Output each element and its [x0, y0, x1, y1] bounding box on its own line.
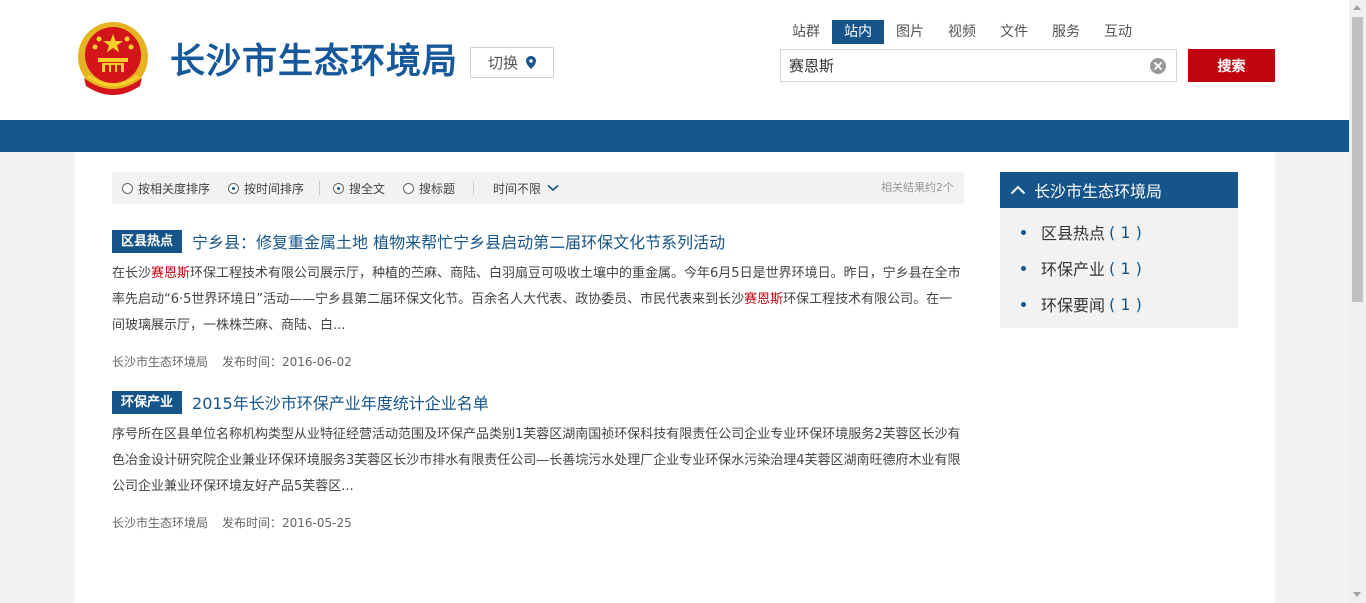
scroll-down-icon[interactable]	[1353, 592, 1361, 597]
tab-videos[interactable]: 视频	[936, 20, 988, 44]
sidebar-header[interactable]: 长沙市生态环境局	[1000, 172, 1238, 208]
chevron-up-icon	[1010, 185, 1026, 195]
radio-icon	[122, 182, 133, 194]
vertical-scrollbar[interactable]	[1349, 0, 1366, 603]
scroll-thumb[interactable]	[1352, 17, 1363, 302]
result-date: 发布时间：2016-06-02	[222, 355, 352, 369]
scroll-up-icon[interactable]	[1353, 5, 1361, 10]
result-meta: 长沙市生态环境局 发布时间：2016-06-02	[112, 353, 964, 370]
result-abstract: 在长沙赛恩斯环保工程技术有限公司展示厅，种植的苎麻、商陆、白羽扇豆可吸收土壤中的…	[112, 266, 961, 333]
result-source: 长沙市生态环境局	[112, 355, 209, 369]
sidebar-item-count: ( 1 )	[1109, 258, 1142, 278]
bullet-icon	[1021, 229, 1026, 235]
radio-checked-icon	[333, 182, 344, 194]
category-tag[interactable]: 区县热点	[112, 229, 183, 253]
sidebar-item-env-industry[interactable]: 环保产业 ( 1 )	[1000, 250, 1238, 286]
national-emblem-icon[interactable]	[74, 20, 152, 102]
keyword-highlight: 赛恩斯	[744, 292, 784, 307]
sidebar-title: 长沙市生态环境局	[1034, 182, 1163, 201]
search-title-option[interactable]: 搜标题	[403, 172, 455, 204]
sort-by-time-option[interactable]: 按时间排序	[228, 172, 304, 204]
result-source: 长沙市生态环境局	[112, 516, 209, 530]
bullet-icon	[1021, 301, 1026, 307]
site-header: 长沙市生态环境局 切换 站群 站内 图片 视频 文件 服务 互动 搜索	[0, 0, 1349, 120]
bullet-icon	[1021, 265, 1026, 271]
category-tag[interactable]: 环保产业	[112, 390, 183, 414]
divider	[473, 181, 474, 195]
sidebar-item-label: 环保要闻	[1041, 296, 1106, 315]
sidebar-item-label: 区县热点	[1041, 224, 1106, 243]
time-range-label: 时间不限	[493, 181, 542, 196]
search-button[interactable]: 搜索	[1188, 49, 1275, 82]
result-date: 发布时间：2016-05-25	[222, 516, 352, 530]
location-pin-icon	[526, 56, 536, 69]
search-fulltext-label: 搜全文	[349, 181, 386, 196]
sidebar-item-district-hotspots[interactable]: 区县热点 ( 1 )	[1000, 214, 1238, 250]
switch-label: 切换	[487, 54, 518, 72]
radio-icon	[403, 182, 414, 194]
divider	[319, 181, 320, 195]
sidebar-item-env-news[interactable]: 环保要闻 ( 1 )	[1000, 286, 1238, 322]
sidebar-item-count: ( 1 )	[1109, 222, 1142, 242]
search-result: 区县热点 宁乡县：修复重金属土地 植物来帮忙宁乡县启动第二届环保文化节系列活动 …	[112, 229, 964, 370]
tab-site-group[interactable]: 站群	[780, 20, 832, 44]
site-title: 长沙市生态环境局	[170, 42, 459, 82]
result-title-link[interactable]: 宁乡县：修复重金属土地 植物来帮忙宁乡县启动第二届环保文化节系列活动	[192, 229, 725, 253]
nav-bar	[0, 120, 1349, 152]
keyword-highlight: 赛恩斯	[151, 266, 191, 281]
radio-checked-icon	[228, 182, 239, 194]
tab-services[interactable]: 服务	[1040, 20, 1092, 44]
sort-by-relevance-option[interactable]: 按相关度排序	[122, 172, 210, 204]
sort-relevance-label: 按相关度排序	[138, 181, 211, 196]
category-sidebar: 长沙市生态环境局 区县热点 ( 1 ) 环保产业 ( 1 ) 环保要闻 ( 1 …	[1000, 172, 1238, 328]
sidebar-item-count: ( 1 )	[1109, 294, 1142, 314]
tab-images[interactable]: 图片	[884, 20, 936, 44]
search-box	[780, 49, 1177, 82]
search-title-label: 搜标题	[419, 181, 456, 196]
tab-this-site[interactable]: 站内	[832, 20, 884, 44]
time-range-dropdown[interactable]: 时间不限	[493, 172, 559, 204]
search-input[interactable]	[781, 50, 1141, 81]
search-fulltext-option[interactable]: 搜全文	[333, 172, 385, 204]
search-scope-tabs: 站群 站内 图片 视频 文件 服务 互动	[780, 20, 1144, 44]
switch-site-button[interactable]: 切换	[470, 47, 554, 78]
tab-interaction[interactable]: 互动	[1092, 20, 1144, 44]
result-count: 相关结果约2个	[881, 181, 954, 194]
tab-files[interactable]: 文件	[988, 20, 1040, 44]
sidebar-item-label: 环保产业	[1041, 260, 1106, 279]
search-result: 环保产业 2015年长沙市环保产业年度统计企业名单 序号所在区县单位名称机构类型…	[112, 390, 964, 531]
clear-search-icon[interactable]	[1150, 58, 1166, 74]
filter-bar: 按相关度排序 按时间排序 搜全文 搜标题 时间不限 相关结果约2个	[112, 172, 964, 204]
sidebar-list: 区县热点 ( 1 ) 环保产业 ( 1 ) 环保要闻 ( 1 )	[1000, 208, 1238, 322]
result-title-link[interactable]: 2015年长沙市环保产业年度统计企业名单	[192, 390, 489, 414]
chevron-down-icon	[547, 184, 559, 192]
result-abstract: 序号所在区县单位名称机构类型从业特征经营活动范围及环保产品类别1芙蓉区湖南国祯环…	[112, 427, 961, 494]
result-meta: 长沙市生态环境局 发布时间：2016-05-25	[112, 514, 964, 531]
sort-time-label: 按时间排序	[244, 181, 305, 196]
